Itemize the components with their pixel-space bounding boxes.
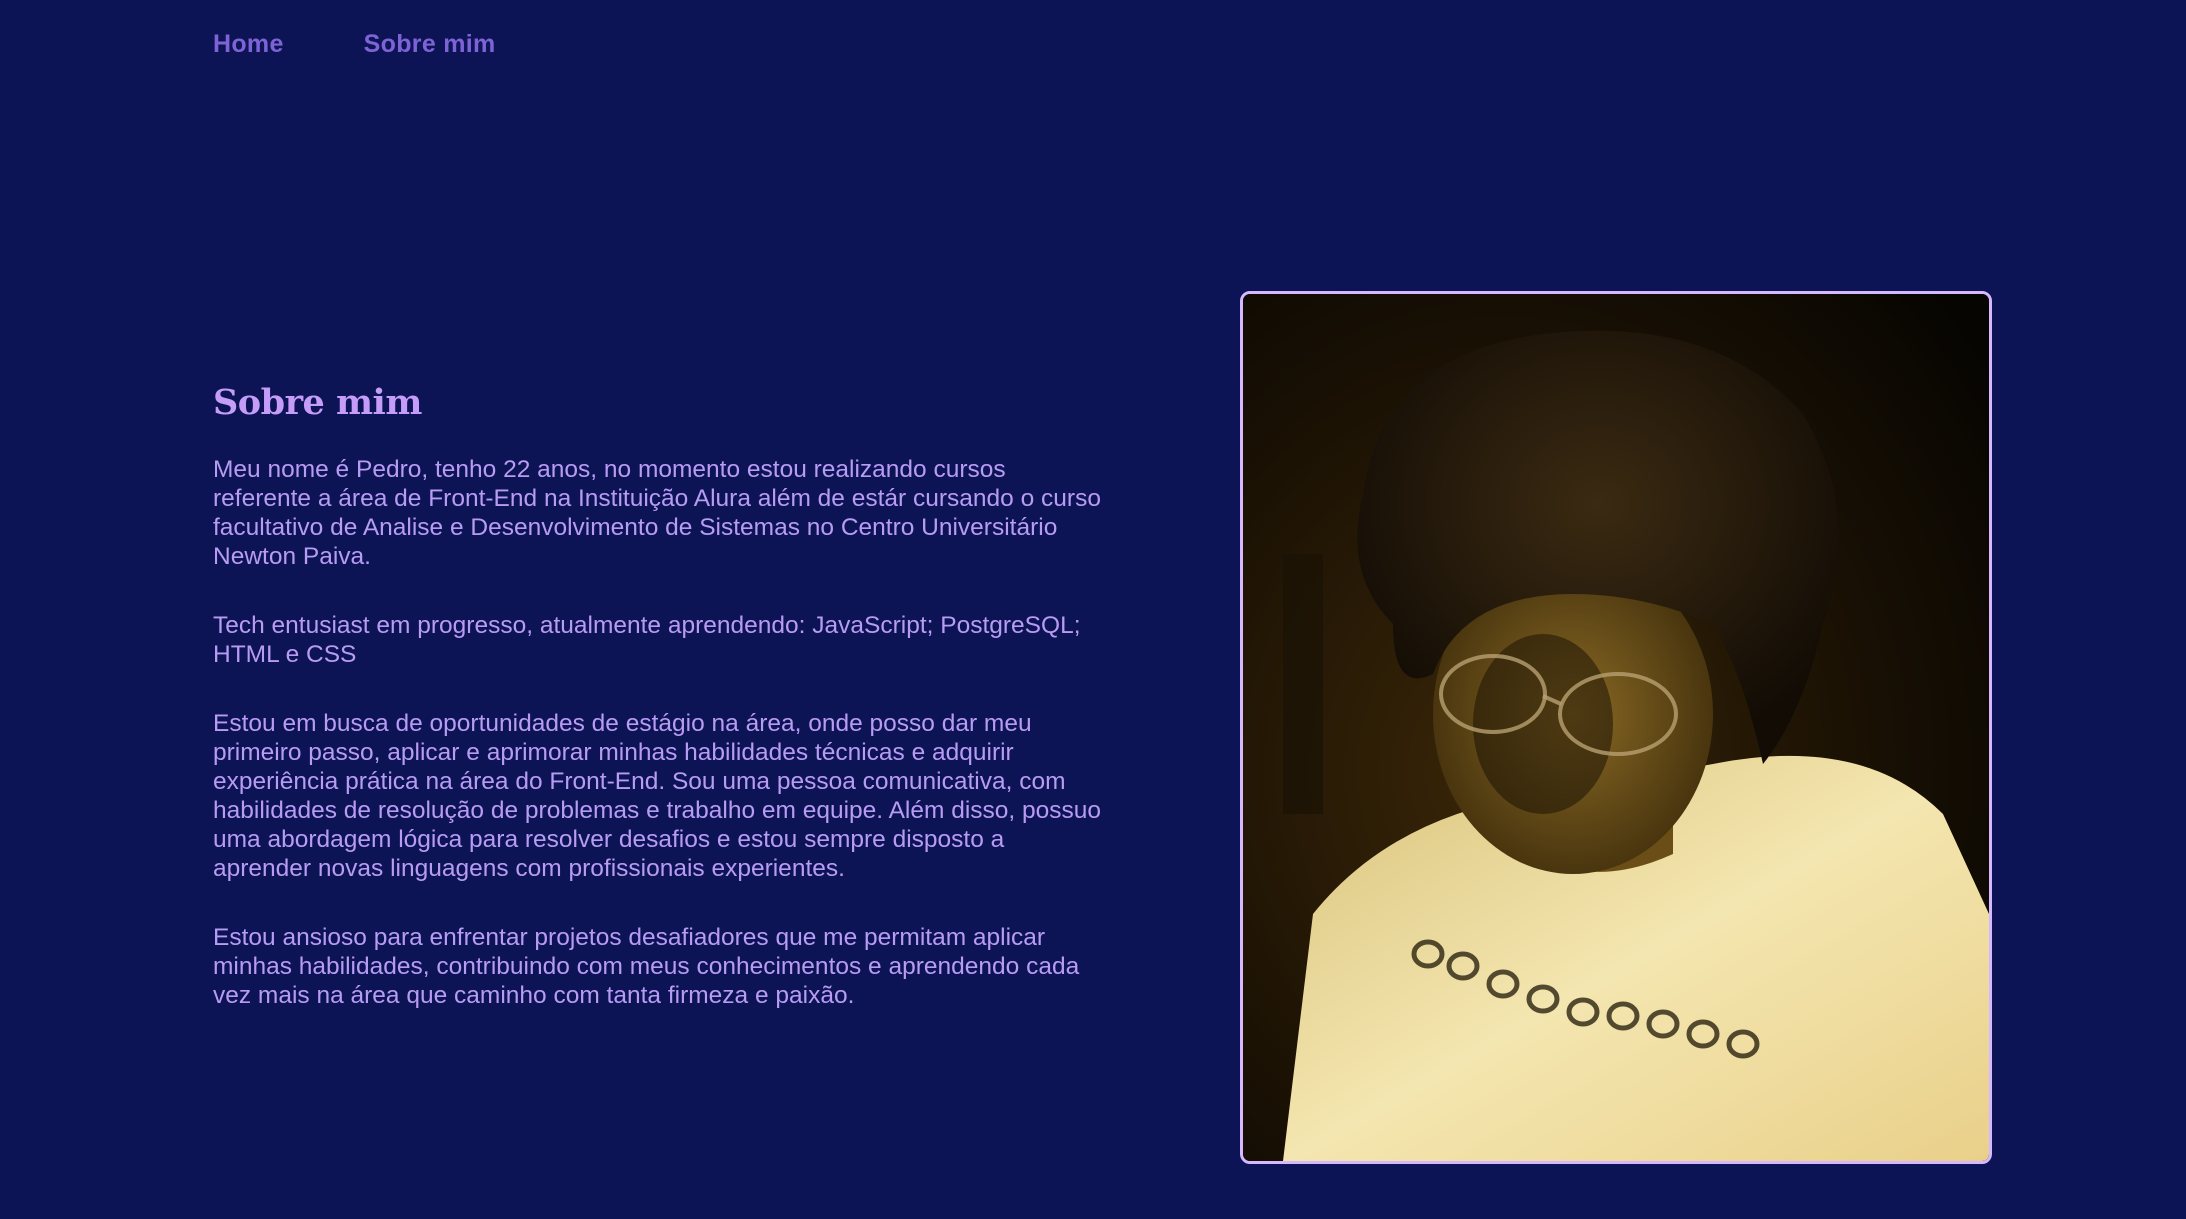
about-paragraph-closing: Estou ansioso para enfrentar projetos de…	[213, 924, 1080, 1009]
profile-photo	[1240, 291, 1992, 1164]
about-paragraph-tech: Tech entusiast em progresso, atualmente …	[213, 612, 1081, 668]
portrait-photo	[1243, 294, 1989, 1161]
about-heading: Sobre mim	[213, 382, 422, 423]
about-paragraph-intro: Meu nome é Pedro, tenho 22 anos, no mome…	[213, 456, 1101, 570]
nav-home-link[interactable]: Home	[213, 30, 284, 59]
about-section: Sobre mim Meu nome é Pedro, tenho 22 ano…	[213, 378, 1113, 1050]
nav-about-link[interactable]: Sobre mim	[364, 30, 496, 59]
about-paragraph-goals: Estou em busca de oportunidades de estág…	[213, 710, 1102, 882]
top-nav: Home Sobre mim	[213, 30, 496, 59]
